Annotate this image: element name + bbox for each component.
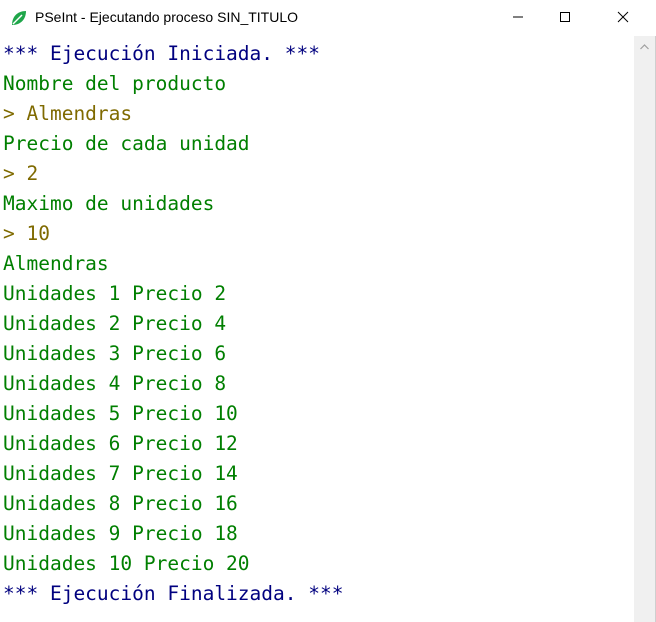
- console-line-output: Almendras: [3, 252, 109, 275]
- vertical-scrollbar[interactable]: [634, 36, 655, 622]
- console-line-output: Unidades 1 Precio 2: [3, 282, 227, 305]
- console-line-input: > 10: [3, 222, 50, 245]
- console-line-output: Unidades 2 Precio 4: [3, 312, 227, 335]
- close-button[interactable]: [600, 0, 646, 34]
- console-line-system: *** Ejecución Finalizada. ***: [3, 582, 344, 605]
- console-line-output: Unidades 5 Precio 10: [3, 402, 238, 425]
- console-line-output: Precio de cada unidad: [3, 132, 250, 155]
- console-line-output: Unidades 6 Precio 12: [3, 432, 238, 455]
- console-line-output: Unidades 10 Precio 20: [3, 552, 250, 575]
- console-line-output: Unidades 8 Precio 16: [3, 492, 238, 515]
- scroll-up-button[interactable]: [634, 36, 655, 56]
- minimize-icon: [512, 11, 524, 23]
- console-line-output: Unidades 9 Precio 18: [3, 522, 238, 545]
- close-icon: [617, 11, 629, 23]
- console-line-output: Unidades 4 Precio 8: [3, 372, 227, 395]
- console-line-output: Nombre del producto: [3, 72, 227, 95]
- console-line-input: > 2: [3, 162, 39, 185]
- console-line-output: Unidades 3 Precio 6: [3, 342, 227, 365]
- console-line-system: *** Ejecución Iniciada. ***: [3, 42, 320, 65]
- chevron-up-icon: [640, 37, 649, 55]
- console-line-output: Maximo de unidades: [3, 192, 215, 215]
- window-title: PSeInt - Ejecutando proceso SIN_TITULO: [35, 9, 299, 25]
- maximize-button[interactable]: [542, 0, 588, 34]
- console-output[interactable]: *** Ejecución Iniciada. *** Nombre del pr…: [0, 36, 634, 622]
- pseint-execution-window: PSeInt - Ejecutando proceso SIN_TITULO *…: [0, 0, 656, 622]
- pseint-leaf-icon: [10, 9, 28, 27]
- minimize-button[interactable]: [495, 0, 541, 34]
- console-line-output: Unidades 7 Precio 14: [3, 462, 238, 485]
- title-bar[interactable]: PSeInt - Ejecutando proceso SIN_TITULO: [0, 0, 656, 36]
- console-line-input: > Almendras: [3, 102, 133, 125]
- maximize-icon: [559, 11, 571, 23]
